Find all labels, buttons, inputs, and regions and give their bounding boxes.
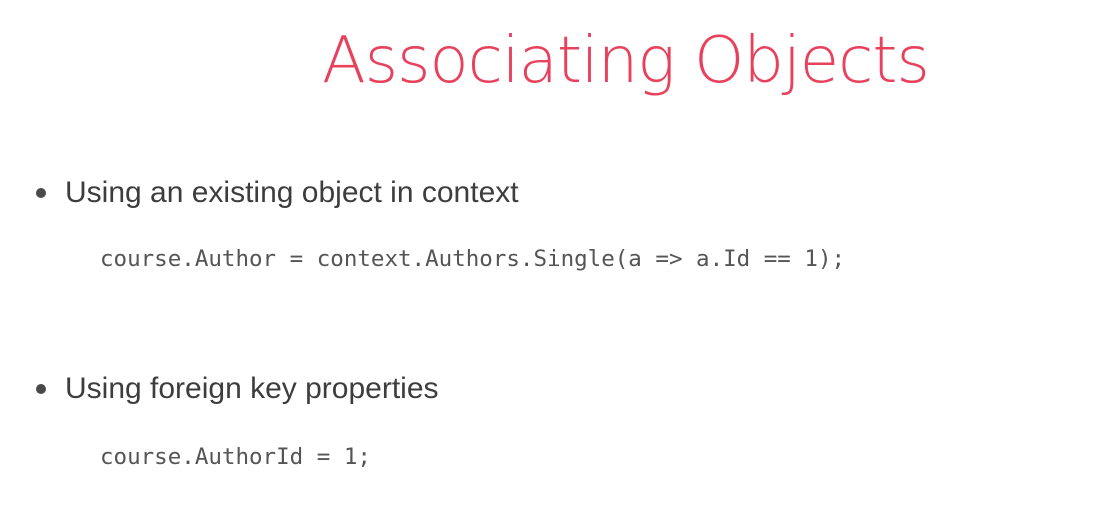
code-snippet: course.AuthorId = 1; (100, 444, 371, 470)
bullet-item: Using foreign key properties (36, 369, 439, 409)
bullet-text: Using foreign key properties (65, 372, 439, 405)
slide-title: Associating Objects (322, 24, 930, 98)
bullet-dot-icon (36, 188, 46, 198)
code-snippet: course.Author = context.Authors.Single(a… (100, 246, 846, 272)
bullet-item: Using an existing object in context (36, 173, 519, 213)
bullet-text: Using an existing object in context (65, 176, 519, 209)
bullet-dot-icon (36, 384, 46, 394)
slide: Associating Objects Using an existing ob… (0, 0, 1114, 511)
